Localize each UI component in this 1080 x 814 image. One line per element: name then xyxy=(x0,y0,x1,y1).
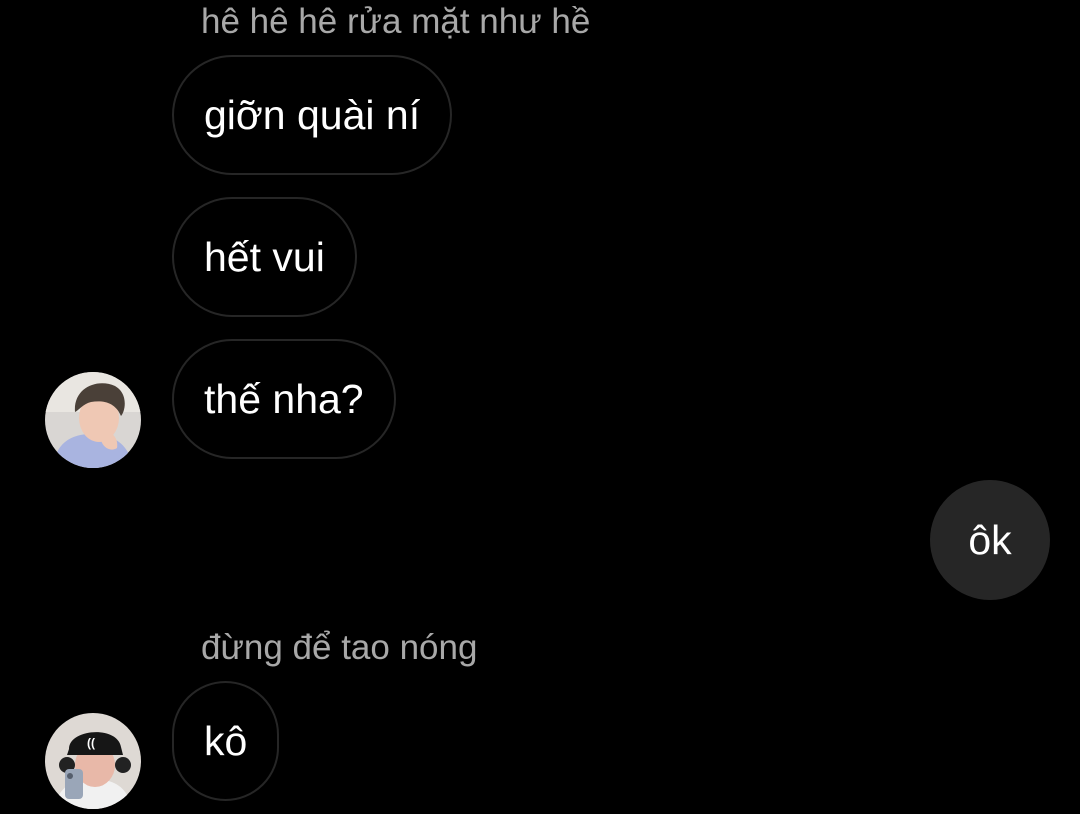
reply-context-label: đừng để tao nóng xyxy=(201,628,478,667)
message-text: hết vui xyxy=(204,233,325,280)
message-text: giỡn quài ní xyxy=(204,91,421,138)
message-text: kô xyxy=(204,717,248,764)
incoming-message-bubble[interactable]: thế nha? xyxy=(172,339,396,459)
outgoing-message-bubble[interactable]: ôk xyxy=(930,480,1050,600)
contact-avatar-2[interactable]: (( xyxy=(45,713,141,809)
reply-context-label: hê hê hê rửa mặt như hề xyxy=(201,2,591,41)
person-photo-avatar-icon xyxy=(45,372,141,468)
message-text: thế nha? xyxy=(204,375,364,422)
svg-text:((: (( xyxy=(87,736,95,750)
incoming-message-bubble[interactable]: giỡn quài ní xyxy=(172,55,453,175)
person-with-cap-avatar-icon: (( xyxy=(45,713,141,809)
contact-avatar-1[interactable] xyxy=(45,372,141,468)
incoming-message-bubble[interactable]: hết vui xyxy=(172,197,357,317)
incoming-message-bubble[interactable]: kô xyxy=(172,681,280,801)
message-text: ôk xyxy=(968,516,1012,563)
